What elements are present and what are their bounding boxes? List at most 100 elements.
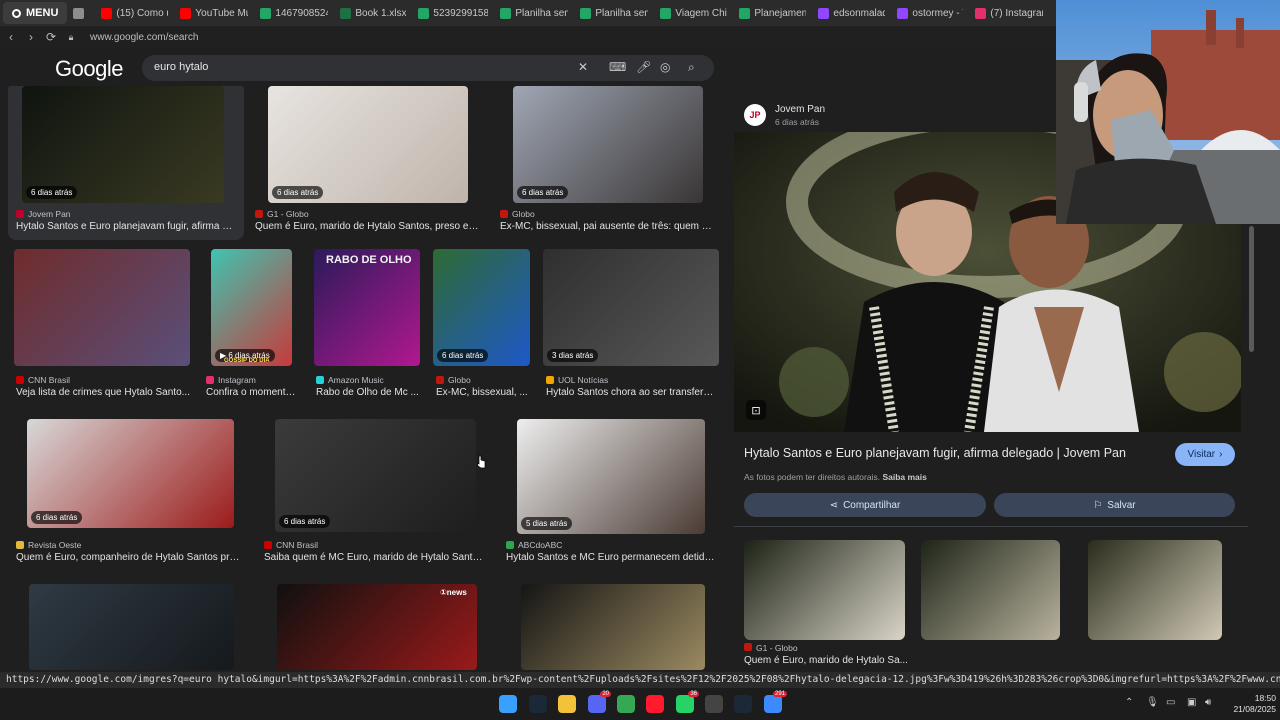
file-explorer-icon[interactable] [558, 695, 576, 713]
bookmark-item[interactable]: Viagem Chi [654, 2, 733, 24]
search-box[interactable]: euro hytalo ✕ ⌨ 🎤︎ ◎ ⌕ [142, 55, 714, 81]
bookmark-item[interactable]: 5239299158 [412, 2, 494, 24]
messenger-icon[interactable]: 291 [764, 691, 787, 713]
reload-icon[interactable]: ⟳ [42, 30, 60, 44]
related-image-2[interactable] [921, 540, 1060, 640]
source-favicon-icon [255, 210, 263, 218]
excel-icon [340, 7, 352, 19]
related-title[interactable]: Quem é Euro, marido de Hytalo Sa... [744, 655, 908, 666]
result-thumbnail[interactable]: 5 dias atrás [517, 419, 705, 534]
save-button[interactable]: ⚐ Salvar [994, 493, 1235, 517]
related-image-3[interactable] [1088, 540, 1222, 640]
search-input[interactable]: euro hytalo [154, 61, 208, 73]
g1-favicon-icon [744, 643, 752, 651]
chrome-icon[interactable] [617, 695, 635, 713]
bookmark-icon: ⚐ [1093, 499, 1103, 511]
result-title[interactable]: Saiba quem é MC Euro, marido de Hytalo S… [264, 552, 486, 563]
github-icon[interactable] [705, 695, 723, 713]
result-thumbnail[interactable]: ▶ 6 dias atrás [211, 249, 292, 366]
result-thumbnail[interactable] [521, 584, 705, 670]
google-logo[interactable]: Google [55, 56, 123, 82]
bookmark-item[interactable] [67, 2, 95, 24]
sheets-icon [580, 7, 592, 19]
visual-search-icon[interactable]: ⊡ [746, 400, 766, 420]
search-icon[interactable]: ⌕ [688, 60, 695, 75]
result-title[interactable]: Hytalo Santos chora ao ser transferid... [546, 387, 714, 398]
time-badge: 6 dias atrás [26, 186, 78, 199]
result-thumbnail[interactable]: 6 dias atrás [433, 249, 530, 366]
image-results-grid: 6 dias atrás Jovem Pan Hytalo Santos e Eur… [0, 86, 730, 670]
source-favicon-icon [16, 210, 24, 218]
panel-title[interactable]: Hytalo Santos e Euro planejavam fugir, a… [744, 446, 1126, 460]
result-thumbnail[interactable]: 6 dias atrás [513, 86, 703, 203]
bookmark-label: edsonmalad [833, 7, 886, 19]
bookmark-item[interactable]: edsonmalad [812, 2, 891, 24]
opera-icon[interactable] [646, 695, 664, 713]
learn-more-link[interactable]: Saiba mais [882, 472, 926, 482]
share-icon: ⋖ [829, 499, 839, 511]
forward-icon[interactable]: › [22, 30, 40, 44]
result-title[interactable]: Hytalo Santos e Euro planejavam fugir, a… [16, 221, 236, 232]
opera-menu-button[interactable]: MENU [3, 2, 68, 24]
result-title[interactable]: Quem é Euro, marido de Hytalo Santos, pr… [255, 221, 483, 232]
result-thumbnail[interactable]: 3 dias atrás [543, 249, 719, 366]
keyboard-icon[interactable]: ⌨ [609, 60, 626, 74]
discord-icon[interactable]: 20 [588, 691, 611, 713]
related-image-1[interactable] [744, 540, 905, 640]
result-title[interactable]: Quem é Euro, companheiro de Hytalo Santo… [16, 552, 240, 563]
panel-time: 6 dias atrás [775, 117, 819, 127]
twitch-icon [818, 7, 830, 19]
result-thumbnail[interactable] [29, 584, 234, 670]
clear-icon[interactable]: ✕ [578, 60, 588, 74]
url-field[interactable]: www.google.com/search [90, 32, 198, 43]
steam-icon[interactable] [529, 695, 547, 713]
result-thumbnail[interactable] [14, 249, 190, 366]
bookmark-item[interactable]: (15) Como us [95, 2, 174, 24]
result-title[interactable]: Veja lista de crimes que Hytalo Santo... [16, 387, 190, 398]
bookmark-item[interactable]: Planilha sem [574, 2, 654, 24]
bookmark-item[interactable]: Planilha sem [494, 2, 574, 24]
microphone-tray-icon[interactable]: 🎙︎ [1146, 697, 1159, 708]
result-source: Amazon Music [316, 375, 384, 385]
bookmark-label: YouTube Mu [195, 7, 249, 19]
bookmark-item[interactable]: Book 1.xlsx [334, 2, 412, 24]
panel-scrollbar[interactable] [1249, 226, 1254, 352]
gossip-text: GOSSIP DO DIA [224, 358, 270, 364]
steam-app-icon[interactable] [734, 695, 752, 713]
bookmark-item[interactable]: Planejament [733, 2, 812, 24]
bookmark-item[interactable]: (7) Instagran [969, 2, 1049, 24]
result-title[interactable]: Rabo de Olho de Mc ... [316, 387, 422, 398]
visit-button[interactable]: Visitar › [1175, 443, 1235, 466]
result-title[interactable]: Confira o momento... [206, 387, 296, 398]
result-thumbnail[interactable]: 6 dias atrás [268, 86, 468, 203]
hand-cursor-icon [477, 455, 486, 469]
display-icon[interactable]: ▭ [1166, 697, 1175, 708]
system-clock[interactable]: 18:50 21/08/2025 [1222, 693, 1276, 715]
result-thumbnail[interactable]: 6 dias atrás [27, 419, 234, 528]
back-icon[interactable]: ‹ [2, 30, 20, 44]
result-title[interactable]: Ex-MC, bissexual, pai ausente de três: q… [500, 221, 715, 232]
network-icon[interactable]: ▣ [1187, 697, 1196, 708]
result-thumbnail[interactable] [314, 249, 420, 366]
share-button[interactable]: ⋖ Compartilhar [744, 493, 986, 517]
bookmark-item[interactable]: 1467908524 [254, 2, 334, 24]
panel-source[interactable]: Jovem Pan [775, 104, 825, 115]
lens-icon[interactable]: ◎ [660, 60, 670, 74]
microphone-icon[interactable]: 🎤︎ [636, 60, 651, 74]
result-title[interactable]: Hytalo Santos e MC Euro permanecem detid… [506, 552, 716, 563]
panel-divider [734, 526, 1248, 527]
bookmark-label: 5239299158 [433, 7, 489, 19]
result-thumbnail[interactable]: 6 dias atrás [275, 419, 476, 532]
whatsapp-icon[interactable]: 36 [676, 691, 699, 713]
source-label: ABCdoABC [518, 540, 563, 550]
bookmark-item[interactable]: YouTube Mu [174, 2, 254, 24]
windows-start-icon[interactable] [499, 695, 517, 713]
bookmark-item[interactable]: ostormey - T [891, 2, 969, 24]
volume-icon[interactable]: 🔊︎ [1205, 697, 1211, 708]
result-thumbnail[interactable]: 6 dias atrás [22, 86, 224, 203]
source-favicon-icon [500, 210, 508, 218]
result-title[interactable]: Ex-MC, bissexual, ... [436, 387, 532, 398]
chevron-up-icon[interactable]: ⌃ [1125, 697, 1133, 708]
source-favicon-icon [506, 541, 514, 549]
result-source: G1 - Globo [255, 209, 309, 219]
